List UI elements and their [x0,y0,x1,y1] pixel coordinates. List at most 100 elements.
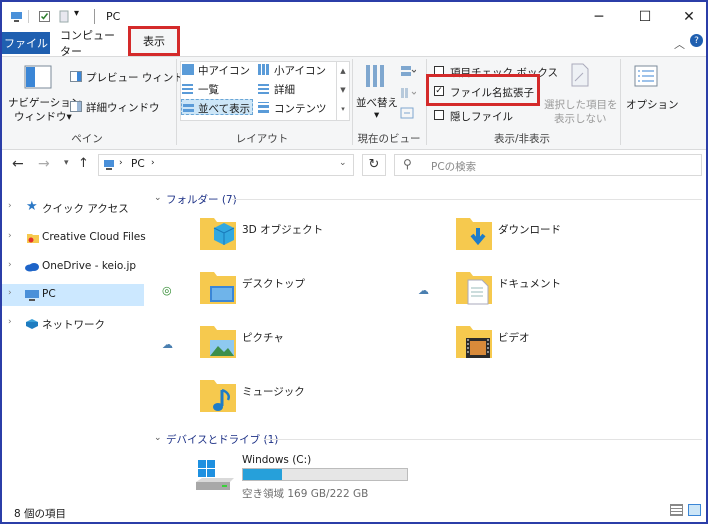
tab-view[interactable]: 表示 [128,26,180,56]
folder-tile[interactable]: ミュージック [198,376,428,420]
drives-collapse-icon[interactable]: ⌄ [154,433,162,443]
small-icons-label: 小アイコン [274,65,326,77]
expand-chevron-icon[interactable]: › [8,201,12,211]
refresh-button[interactable]: ↻ [362,154,386,176]
sort-by-arrow: ▾ [374,109,380,121]
navigation-pane-button[interactable]: ナビゲーション ウィンドウ▾ [8,61,81,125]
ribbon: ナビゲーション ウィンドウ▾ プレビュー ウィンドウ 詳細ウィンドウ ペイン 中… [2,56,706,150]
folder-tile[interactable]: ビデオ [454,322,684,366]
tab-file[interactable]: ファイル [2,32,50,54]
show-hide-group-label: 表示/非表示 [493,133,551,145]
group-by-icon [401,66,417,76]
customize-quick-access-icon[interactable]: ▾ [74,8,79,19]
list-label: 一覧 [198,84,219,96]
tiles-icon [183,102,194,112]
downloads-folder-icon [456,218,492,250]
drives-group-header[interactable]: デバイスとドライブ (1) [166,432,278,447]
layout-gallery-scroll[interactable]: ▲ ▼ ▾ [336,61,350,121]
file-extensions-checkbox[interactable]: ✓ [434,86,444,96]
expand-chevron-icon[interactable]: › [8,231,12,241]
3d-objects-folder-icon [200,218,236,250]
nav-label: OneDrive - keio.jp [42,260,137,272]
pc-nav-icon [25,290,39,301]
current-view-group-label: 現在のビュー [357,133,421,145]
recent-locations-button[interactable]: ▾ [64,158,69,168]
medium-icons-icon [182,64,194,75]
breadcrumb-separator-icon: › [119,158,123,168]
folder-tile[interactable]: デスクトップ [198,268,428,312]
nav-label: クイック アクセス [42,203,129,215]
pane-group-label: ペイン [71,133,103,145]
onedrive-cloud-icon [25,263,39,272]
collapse-ribbon-icon[interactable]: ︿ [674,36,685,52]
new-folder-icon[interactable] [58,10,71,23]
back-button[interactable]: ← [12,156,24,172]
details-pane-icon [70,101,82,112]
help-icon[interactable]: ? [690,34,703,47]
breadcrumb-pc[interactable]: PC [131,158,145,170]
drive-usage-bar [242,468,408,481]
videos-folder-icon [456,326,492,358]
nav-label: ネットワーク [42,319,105,331]
cloud-status-icon: ☁ [418,284,429,297]
minimize-button[interactable]: ─ [576,2,622,32]
folder-label: ダウンロード [498,224,561,236]
layout-group-label: レイアウト [235,133,289,145]
folder-tile[interactable]: ダウンロード [454,214,684,258]
folder-label: ピクチャ [242,332,284,344]
tab-computer[interactable]: コンピューター [60,29,124,58]
expand-chevron-icon[interactable]: › [8,317,12,327]
windows-drive-icon [196,460,234,490]
properties-icon[interactable] [38,10,51,23]
pictures-folder-icon [200,326,236,358]
folder-tile[interactable]: ドキュメント [454,268,684,312]
drive-free-space: 空き領域 169 GB/222 GB [242,488,369,500]
search-box[interactable]: ⚲ PCの検索 [394,154,702,176]
nav-label: PC [42,288,56,300]
pc-icon [11,12,22,22]
hide-selected-items-button[interactable]: 選択した項目を 表示しない [544,61,618,125]
expand-chevron-icon[interactable]: › [8,288,12,298]
expand-chevron-icon[interactable]: › [8,260,12,270]
preview-pane-icon [70,71,82,82]
large-icons-view-icon[interactable] [688,504,701,516]
options-button[interactable]: オプション [624,61,679,125]
folders-group-header[interactable]: フォルダー (7) [166,192,237,207]
layout-tiles[interactable]: 並べて表示 [181,99,253,115]
breadcrumb-chevron-icon[interactable]: › [151,158,155,168]
music-folder-icon [200,380,236,412]
content-label: コンテンツ [274,103,327,115]
hide-selected-label-2: 表示しない [554,113,607,125]
close-button[interactable]: ✕ [666,2,708,32]
address-bar[interactable]: › PC › ⌄ [98,154,354,176]
maximize-button[interactable]: ☐ [622,2,668,32]
folder-label: ミュージック [242,386,305,398]
address-dropdown-icon[interactable]: ⌄ [339,158,347,168]
drive-usage-fill [243,469,283,480]
group-by-button[interactable] [400,65,417,77]
options-label: オプション [626,99,679,111]
status-bar: 8 個の項目 [2,504,706,522]
hide-selected-label: 選択した項目を [544,99,618,111]
hidden-items-checkbox[interactable] [434,110,444,120]
item-count: 8 個の項目 [14,508,67,520]
search-icon: ⚲ [403,157,412,171]
up-button[interactable]: ↑ [78,156,89,171]
folder-tile[interactable]: ピクチャ [198,322,428,366]
desktop-folder-icon [200,272,236,304]
folders-divider [232,199,702,200]
folders-collapse-icon[interactable]: ⌄ [154,193,162,203]
size-columns-button[interactable] [400,107,416,119]
window-frame: ▾ PC ─ ☐ ✕ ファイル コンピューター 表示 ︿ ? ナビゲーション ウ… [0,0,708,524]
sort-by-icon [366,65,384,87]
size-columns-icon [400,107,414,119]
sort-by-button[interactable]: 並べ替え ▾ [356,61,398,125]
network-icon [26,319,38,329]
sort-by-label: 並べ替え [356,97,398,109]
forward-button[interactable]: → [38,156,50,172]
drive-tile[interactable]: Windows (C:) 空き領域 169 GB/222 GB [194,450,424,502]
details-label: 詳細 [274,84,295,96]
details-view-icon[interactable] [670,504,683,516]
add-columns-button[interactable] [400,87,417,99]
folder-tile[interactable]: 3D オブジェクト [198,214,428,258]
